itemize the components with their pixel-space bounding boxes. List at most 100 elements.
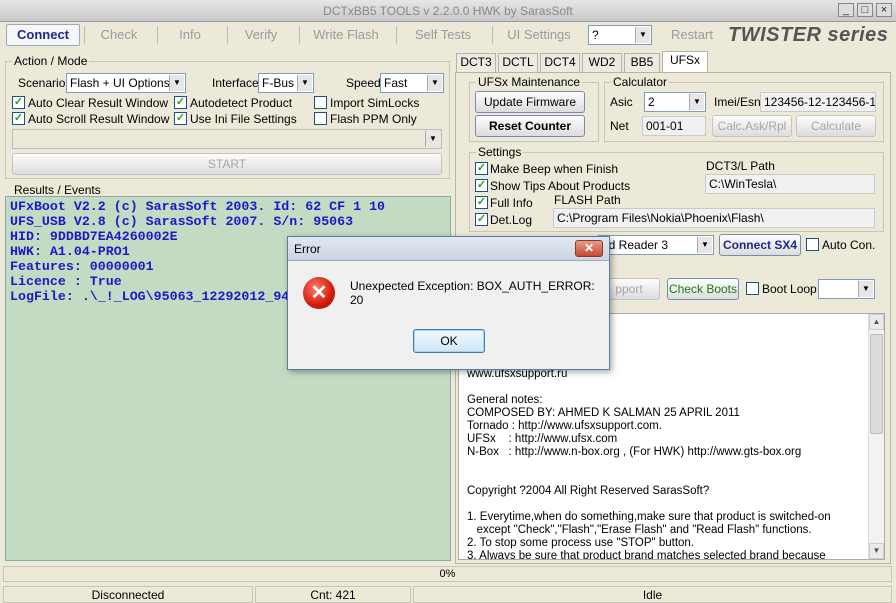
brand-logo: TWISTER series [728,24,889,46]
maximize-icon[interactable]: □ [857,3,873,17]
chevron-down-icon: ▼ [697,237,712,253]
show-tips-checkbox[interactable] [475,179,488,192]
info-line: UFSx : http://www.ufsx.com [467,433,618,445]
flash-ppm-checkbox[interactable] [314,112,327,125]
speed-label: Speed [346,76,381,90]
window-title: DCTxBB5 TOOLS v 2.2.0.0 HWK by SarasSoft [323,4,573,18]
info-line [459,498,884,511]
flash-path-label: FLASH Path [554,193,621,207]
self-tests-button[interactable]: Self Tests [400,24,486,46]
tab-wd2[interactable]: WD2 [582,53,622,72]
chevron-down-icon: ▼ [689,94,704,110]
autodetect-label: Autodetect Product [190,96,293,110]
tab-dct4[interactable]: DCT4 [540,53,580,72]
check-button[interactable]: Check [88,24,150,46]
auto-scroll-checkbox[interactable] [12,112,25,125]
tab-ufsx[interactable]: UFSx [662,51,708,73]
make-beep-label: Make Beep when Finish [490,162,619,176]
autodetect-checkbox[interactable] [174,96,187,109]
maintenance-legend: UFSx Maintenance [476,75,583,89]
calc-ask-button[interactable]: Calc.Ask/Rpl [712,115,792,137]
status-state: Idle [413,586,892,603]
reader-select[interactable]: nd Reader 3 ▼ [598,235,714,255]
verify-button[interactable]: Verify [231,24,291,46]
ui-settings-button[interactable]: UI Settings [496,24,582,46]
error-dialog: Error ✕ ✕ Unexpected Exception: BOX_AUTH… [287,236,610,370]
log-line: UFS_USB V2.8 (c) SarasSoft 2007. S/n: 95… [10,214,354,229]
title-bar: DCTxBB5 TOOLS v 2.2.0.0 HWK by SarasSoft… [0,0,896,22]
start-button[interactable]: START [12,153,442,175]
chevron-down-icon: ▼ [425,131,440,147]
reader-value: nd Reader 3 [602,238,669,252]
status-connection: Disconnected [3,586,253,603]
scroll-down-icon[interactable]: ▼ [869,543,884,559]
scenario-label: Scenario [18,76,66,90]
toolbar-divider [396,26,397,44]
info-line: Copyright ?2004 All Right Reserved Saras… [467,485,710,497]
auto-clear-checkbox[interactable] [12,96,25,109]
info-line [459,459,884,472]
action-mode-legend: Action / Mode [12,54,90,68]
calculator-legend: Calculator [611,75,670,89]
settings-legend: Settings [476,145,524,159]
auto-scroll-label: Auto Scroll Result Window [28,112,170,126]
calculate-button[interactable]: Calculate [796,115,876,137]
help-select-value: ? [592,28,599,42]
info-line [459,381,884,394]
update-firmware-button[interactable]: Update Firmware [475,91,585,113]
boot-loop-label: Boot Loop [762,282,817,296]
reset-counter-button[interactable]: Reset Counter [475,115,585,137]
auto-con-label: Auto Con. [822,238,876,252]
info-button[interactable]: Info [161,24,219,46]
toolbar-divider [299,26,300,44]
toolbar-divider [157,26,158,44]
scenario-select[interactable]: Flash + UI Options ▼ [66,73,186,93]
connect-button[interactable]: Connect [6,24,80,46]
info-scrollbar[interactable]: ▲ ▼ [868,314,884,559]
progress-text: 0% [439,568,456,580]
full-info-checkbox[interactable] [475,196,488,209]
imei-field[interactable]: 123456-12-123456-1 [760,92,876,112]
tab-bb5[interactable]: BB5 [624,53,660,72]
ok-button[interactable]: OK [413,329,485,353]
minimize-icon[interactable]: _ [838,3,854,17]
scenario-value: Flash + UI Options [70,76,170,90]
dialog-title: Error [294,242,321,256]
close-icon[interactable]: × [876,3,892,17]
info-line: 2. To stop some process use "STOP" butto… [467,537,694,549]
tab-dctl[interactable]: DCTL [498,53,538,72]
auto-con-checkbox[interactable] [806,238,819,251]
dct3-path-field[interactable]: C:\WinTesla\ [705,174,875,194]
boot-loop-select[interactable]: ▼ [818,279,875,299]
flash-path-field[interactable]: C:\Program Files\Nokia\Phoenix\Flash\ [553,208,875,228]
boot-loop-checkbox[interactable] [746,282,759,295]
restart-button[interactable]: Restart [660,24,724,46]
info-line: 1. Everytime,when do something,make sure… [467,511,831,523]
help-select[interactable]: ? ▼ [588,25,652,45]
connect-sx4-button[interactable]: Connect SX4 [719,234,801,256]
tab-dct3[interactable]: DCT3 [456,53,496,72]
dialog-close-icon[interactable]: ✕ [575,240,603,257]
full-info-label: Full Info [490,196,533,210]
results-legend: Results / Events [14,183,101,197]
speed-select[interactable]: Fast ▼ [380,73,444,93]
scroll-thumb[interactable] [870,334,883,434]
det-log-checkbox[interactable] [475,213,488,226]
net-field[interactable]: 001-01 [642,116,706,136]
progress-bar: 0% [3,566,892,582]
chevron-down-icon: ▼ [297,75,312,91]
dialog-title-bar: Error ✕ [288,237,609,261]
asic-select[interactable]: 2 ▼ [644,92,706,112]
make-beep-checkbox[interactable] [475,162,488,175]
scroll-up-icon[interactable]: ▲ [869,314,884,330]
use-ini-label: Use Ini File Settings [190,112,297,126]
use-ini-checkbox[interactable] [174,112,187,125]
write-flash-button[interactable]: Write Flash [303,24,389,46]
check-boots-button[interactable]: Check Boots [667,278,739,300]
product-select[interactable]: ▼ [12,129,442,149]
import-simlocks-checkbox[interactable] [314,96,327,109]
info-line: Tornado : http://www.ufsxsupport.com. [467,420,662,432]
toolbar-divider [84,26,85,44]
info-line: COMPOSED BY: AHMED K SALMAN 25 APRIL 201… [467,407,740,419]
interface-select[interactable]: F-Bus ▼ [258,73,314,93]
